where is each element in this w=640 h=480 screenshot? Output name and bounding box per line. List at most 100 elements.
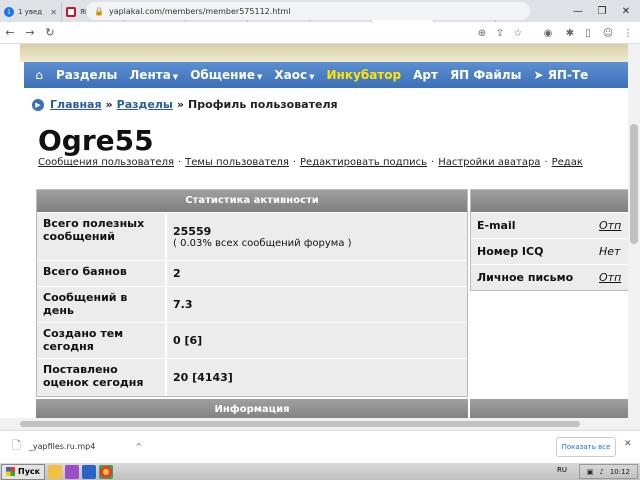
sidebar-icon[interactable]: ▯ bbox=[580, 24, 596, 42]
stats-key: Создано тем сегодня bbox=[37, 323, 167, 358]
contact-row: Личное письмо Отп bbox=[471, 264, 628, 290]
stats-row: Всего полезных сообщений 25559( 0.03% все… bbox=[37, 212, 467, 260]
stats-key: Поставлено оценок сегодня bbox=[37, 359, 167, 396]
profile-link[interactable]: Редактировать подпись bbox=[300, 157, 427, 168]
nav-item[interactable]: Инкубатор bbox=[321, 68, 408, 82]
breadcrumb-arrow-icon: ▶ bbox=[32, 98, 44, 111]
nav-item[interactable]: ➤ ЯП-Те bbox=[527, 68, 594, 82]
back-icon[interactable]: ← bbox=[0, 23, 20, 43]
profile-links: Сообщения пользователя · Темы пользователя… bbox=[38, 157, 583, 168]
home-icon[interactable]: ⌂ bbox=[28, 68, 50, 82]
volume-icon[interactable]: ♪ bbox=[599, 468, 603, 476]
nav-item-label: ЯП-Те bbox=[547, 68, 589, 82]
nav-item[interactable]: Разделы bbox=[50, 68, 123, 82]
nav-item[interactable]: Арт bbox=[407, 68, 444, 82]
breadcrumb: ▶ Главная » Разделы » Профиль пользовате… bbox=[32, 98, 338, 111]
network-icon[interactable]: ▣ bbox=[587, 468, 594, 476]
notification-count-icon: 1 bbox=[4, 7, 14, 17]
stats-key: Всего полезных сообщений bbox=[37, 213, 167, 260]
nav-item-label: ЯП Файлы bbox=[449, 68, 522, 82]
page-content: ⌂ Разделы Лента ▼ Общение ▼ Хаос ▼ Инкубатор Арт… bbox=[0, 44, 628, 430]
contact-value[interactable]: Отп bbox=[599, 271, 621, 284]
tab-close-icon[interactable]: ✕ bbox=[50, 8, 57, 17]
contacts-panel: E-mail Отп Номер ICQ Нет Личное письмо Отп bbox=[470, 189, 628, 291]
browser-tab[interactable]: 1 1 увед ✕ bbox=[0, 2, 62, 22]
nav-item[interactable]: Хаос ▼ bbox=[268, 68, 320, 82]
nav-item-label: Лента bbox=[129, 68, 171, 82]
extension-icon[interactable]: ◉ bbox=[540, 24, 556, 42]
yap-favicon-icon bbox=[66, 7, 76, 17]
chevron-down-icon: ▼ bbox=[172, 73, 179, 81]
stats-key: Сообщений в день bbox=[37, 287, 167, 322]
stats-row: Сообщений в день 7.3 bbox=[37, 286, 467, 322]
activity-stats-header: Статистика активности bbox=[37, 190, 467, 212]
profile-link[interactable]: Настройки аватара bbox=[438, 157, 540, 168]
contact-key: E-mail bbox=[477, 219, 516, 232]
contact-key: Номер ICQ bbox=[477, 245, 544, 258]
stats-row: Создано тем сегодня 0 [6] bbox=[37, 322, 467, 358]
address-bar[interactable]: 🔒 yaplakal.com/members/member575112.html bbox=[86, 2, 530, 20]
lock-icon: 🔒 bbox=[94, 6, 104, 16]
nav-item-label: Арт bbox=[413, 68, 438, 82]
zoom-icon[interactable]: ⊕ bbox=[474, 24, 490, 42]
download-file-name[interactable]: _yapfiles.ru.mp4 bbox=[29, 442, 95, 451]
profile-avatar[interactable]: ☺ bbox=[600, 24, 616, 42]
tab-label: 1 увед bbox=[18, 8, 43, 16]
chrome-icon[interactable] bbox=[99, 464, 114, 479]
reload-icon[interactable]: ↻ bbox=[40, 23, 60, 43]
stats-value: 20 [4143] bbox=[173, 371, 233, 384]
chevron-up-icon[interactable]: ^ bbox=[135, 442, 142, 451]
site-banner bbox=[20, 44, 628, 62]
stats-value: 7.3 bbox=[173, 298, 193, 311]
stats-subvalue: ( 0.03% всех сообщений форума ) bbox=[173, 237, 352, 249]
breadcrumb-home[interactable]: Главная bbox=[50, 98, 102, 111]
horizontal-scrollbar[interactable] bbox=[0, 418, 628, 430]
share-icon[interactable]: ⇪ bbox=[492, 24, 508, 42]
taskbar: Пуск RU ▣ ♪ 10:12 bbox=[0, 462, 640, 480]
language-indicator[interactable]: RU bbox=[557, 466, 567, 474]
profile-link[interactable]: Редак bbox=[552, 157, 583, 168]
stats-row: Поставлено оценок сегодня 20 [4143] bbox=[37, 358, 467, 396]
system-tray: ▣ ♪ 10:12 bbox=[578, 464, 638, 479]
site-navbar: ⌂ Разделы Лента ▼ Общение ▼ Хаос ▼ Инкубатор Арт… bbox=[24, 62, 628, 88]
app-icon[interactable] bbox=[82, 464, 97, 479]
close-window-icon[interactable]: ✕ bbox=[614, 0, 638, 22]
breadcrumb-current: Профиль пользователя bbox=[188, 98, 338, 111]
puzzle-icon[interactable]: ✱ bbox=[562, 24, 578, 42]
nav-item[interactable]: Общение ▼ bbox=[184, 68, 268, 82]
url-text: yaplakal.com/members/member575112.html bbox=[108, 6, 291, 16]
contact-value[interactable]: Отп bbox=[599, 219, 621, 232]
profile-link[interactable]: Сообщения пользователя bbox=[38, 157, 174, 168]
nav-item[interactable]: Лента ▼ bbox=[123, 68, 184, 82]
folder-icon[interactable] bbox=[48, 464, 63, 479]
file-icon: 🗋 bbox=[12, 439, 21, 452]
close-icon[interactable]: ✕ bbox=[624, 439, 632, 449]
nav-item-label: Разделы bbox=[56, 68, 118, 82]
start-button[interactable]: Пуск bbox=[1, 463, 46, 480]
clock: 10:12 bbox=[609, 467, 630, 476]
vertical-scrollbar[interactable] bbox=[628, 44, 640, 430]
stats-value: 2 bbox=[173, 267, 181, 280]
minimize-icon[interactable]: — bbox=[566, 0, 590, 22]
app-icon[interactable] bbox=[65, 464, 80, 479]
breadcrumb-sections[interactable]: Разделы bbox=[117, 98, 173, 111]
forward-icon[interactable]: → bbox=[20, 23, 40, 43]
stats-key: Всего баянов bbox=[37, 261, 167, 286]
stats-value: 0 [6] bbox=[173, 334, 203, 347]
page-title: Ogre55 bbox=[38, 124, 154, 157]
nav-item[interactable]: ЯП Файлы bbox=[444, 68, 528, 82]
chevron-down-icon: ▼ bbox=[309, 73, 315, 81]
stats-row: Всего баянов 2 bbox=[37, 260, 467, 286]
menu-icon[interactable]: ⋮ bbox=[620, 24, 636, 42]
show-all-button[interactable]: Показать все bbox=[556, 437, 616, 457]
nav-item-label: Хаос bbox=[274, 68, 308, 82]
activity-stats-panel: Статистика активности Всего полезных соо… bbox=[36, 189, 468, 397]
bookmark-star-icon[interactable]: ☆ bbox=[510, 24, 526, 42]
chevron-down-icon: ▼ bbox=[257, 73, 263, 81]
nav-item-label: Инкубатор bbox=[326, 68, 402, 82]
contact-row: Номер ICQ Нет bbox=[471, 238, 628, 264]
maximize-icon[interactable]: ❐ bbox=[590, 0, 614, 22]
profile-link[interactable]: Темы пользователя bbox=[185, 157, 289, 168]
telegram-icon: ➤ bbox=[533, 68, 548, 82]
contacts-header bbox=[471, 190, 628, 212]
